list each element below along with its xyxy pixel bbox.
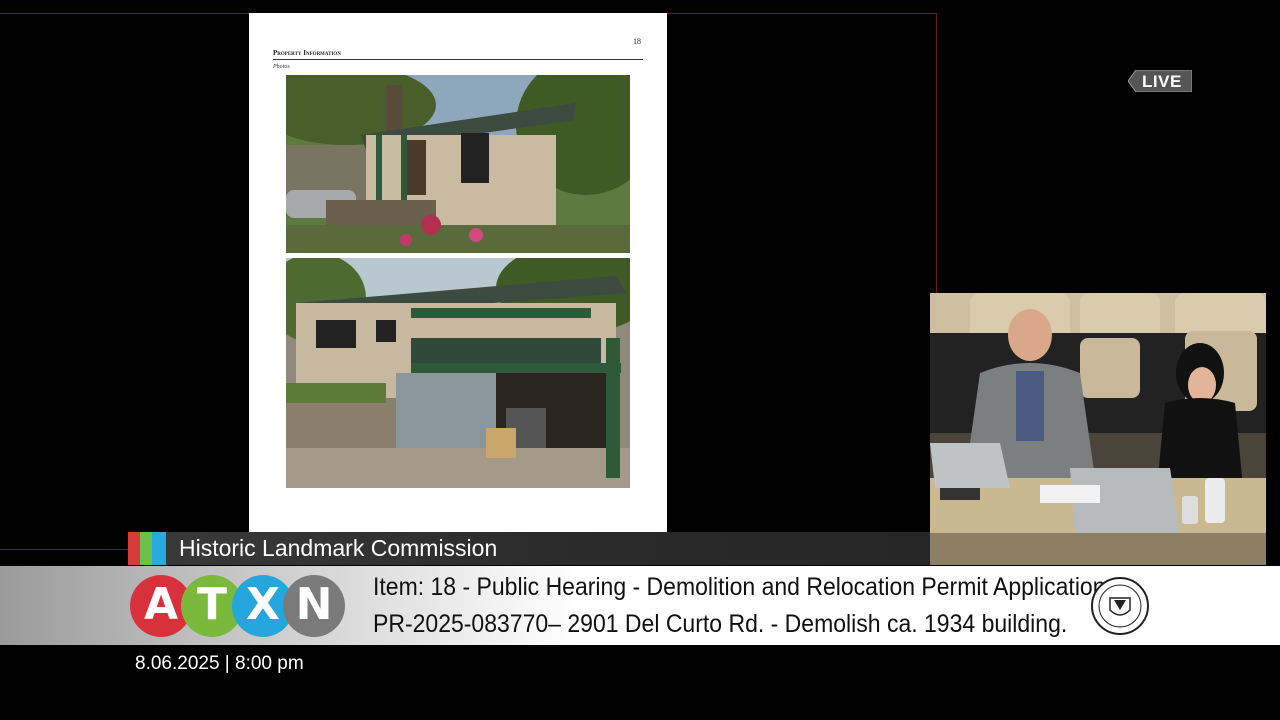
title-color-bar-red bbox=[128, 532, 140, 565]
house-photo-front bbox=[286, 75, 630, 253]
program-title: Historic Landmark Commission bbox=[179, 535, 498, 561]
title-color-bar-blue bbox=[152, 532, 166, 565]
broadcast-timestamp: 8.06.2025 | 8:00 pm bbox=[135, 653, 304, 674]
section-heading: Property Information bbox=[273, 49, 341, 57]
atxn-logo: A T X N bbox=[130, 575, 346, 637]
lower-third-banner: A T X N Item: 18 - Public Hearing - Demo… bbox=[0, 566, 1280, 645]
live-badge: LIVE bbox=[1128, 70, 1192, 92]
title-color-bar-green bbox=[140, 532, 152, 565]
agenda-item-line-1: Item: 18 - Public Hearing - Demolition a… bbox=[373, 573, 1106, 601]
document-page: 18 Property Information Photos bbox=[249, 13, 667, 533]
program-title-strip: Historic Landmark Commission bbox=[128, 532, 930, 565]
agenda-item-line-2: PR-2025-083770– 2901 Del Curto Rd. - Dem… bbox=[373, 610, 1068, 638]
logo-letter-n: N bbox=[283, 575, 345, 637]
live-label: LIVE bbox=[1142, 72, 1182, 91]
page-number: 18 bbox=[633, 37, 641, 46]
house-photo-side bbox=[286, 258, 630, 488]
city-of-austin-seal-icon bbox=[1091, 577, 1149, 635]
camera-feed bbox=[930, 293, 1266, 565]
heading-rule bbox=[273, 59, 643, 60]
sub-heading: Photos bbox=[273, 64, 290, 70]
